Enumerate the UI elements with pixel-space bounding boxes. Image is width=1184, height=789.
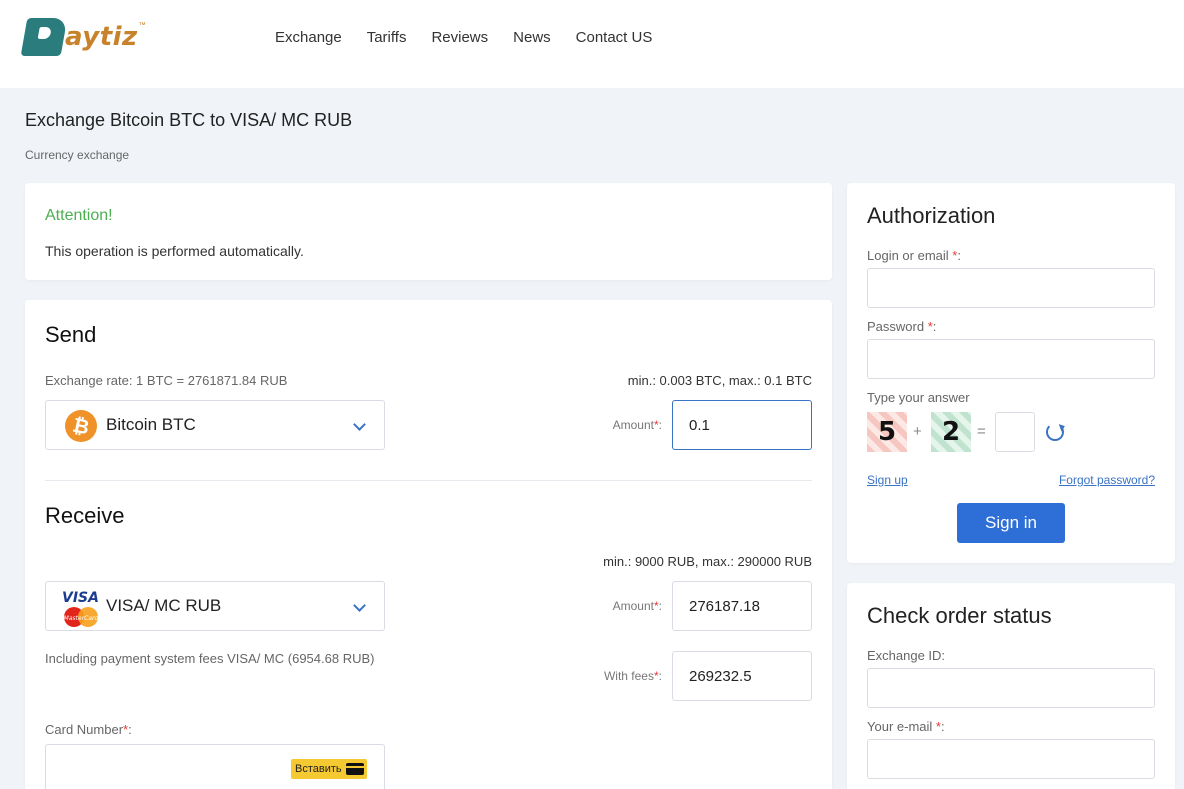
nav-tariffs[interactable]: Tariffs	[367, 29, 407, 46]
login-input[interactable]	[867, 268, 1155, 308]
fees-note: Including payment system fees VISA/ MC (…	[45, 651, 375, 666]
attention-title: Attention!	[45, 207, 113, 224]
paytiz-logo[interactable]: aytiz ™	[20, 16, 146, 58]
exchange-rate: Exchange rate: 1 BTC = 2761871.84 RUB	[45, 373, 288, 388]
receive-currency-select[interactable]: VISA MasterCard VISA/ MC RUB	[45, 581, 385, 631]
exchange-id-input[interactable]	[867, 668, 1155, 708]
forgot-password-link[interactable]: Forgot password?	[1059, 473, 1155, 487]
nav-contact[interactable]: Contact US	[576, 29, 653, 46]
nav-exchange[interactable]: Exchange	[275, 29, 342, 46]
chevron-down-icon	[353, 418, 366, 431]
site-header: aytiz ™ Exchange Tariffs Reviews News Co…	[0, 0, 1184, 88]
logo-trademark: ™	[138, 21, 146, 29]
send-amount-label: Amount*:	[612, 418, 662, 432]
page-title: Exchange Bitcoin BTC to VISA/ MC RUB	[25, 110, 353, 130]
refresh-captcha-icon[interactable]	[1046, 423, 1064, 441]
bitcoin-icon: ₿	[65, 410, 97, 442]
visa-mastercard-icon: VISA MasterCard	[62, 590, 99, 627]
login-label: Login or email *:	[867, 248, 961, 263]
receive-title: Receive	[45, 503, 125, 528]
fees-amount-input[interactable]: 269232.5	[672, 651, 812, 701]
attention-text: This operation is performed automaticall…	[45, 243, 304, 259]
password-input[interactable]	[867, 339, 1155, 379]
paste-button[interactable]: Вставить	[291, 759, 367, 779]
card-number-label: Card Number*:	[45, 722, 132, 737]
send-currency-select[interactable]: ₿ Bitcoin BTC	[45, 400, 385, 450]
password-label: Password *:	[867, 319, 937, 334]
receive-limits: min.: 9000 RUB, max.: 290000 RUB	[603, 554, 812, 569]
svg-text:VISA: VISA	[62, 590, 99, 606]
order-email-input[interactable]	[867, 739, 1155, 779]
paste-label: Вставить	[295, 763, 342, 775]
captcha-plus: +	[913, 423, 922, 440]
order-email-label: Your e-mail *:	[867, 719, 945, 734]
captcha-answer-input[interactable]	[995, 412, 1035, 452]
breadcrumb[interactable]: Currency exchange	[25, 148, 129, 162]
exchange-id-label: Exchange ID:	[867, 648, 946, 663]
section-divider	[45, 480, 812, 481]
receive-currency-label: VISA/ MC RUB	[106, 596, 222, 615]
order-status-card: Check order status Exchange ID: Your e-m…	[847, 583, 1175, 789]
captcha-digit-b: 2	[931, 412, 971, 452]
captcha-digit-a: 5	[867, 412, 907, 452]
sign-in-button[interactable]: Sign in	[957, 503, 1065, 543]
send-amount-input[interactable]: 0.1	[672, 400, 812, 450]
exchange-card: Send Exchange rate: 1 BTC = 2761871.84 R…	[25, 300, 832, 789]
chevron-down-icon	[353, 599, 366, 612]
order-status-title: Check order status	[867, 603, 1052, 628]
logo-text: aytiz	[65, 22, 138, 52]
nav-reviews[interactable]: Reviews	[431, 29, 488, 46]
captcha-label: Type your answer	[867, 390, 970, 405]
send-limits: min.: 0.003 BTC, max.: 0.1 BTC	[627, 373, 812, 388]
sign-up-link[interactable]: Sign up	[867, 473, 908, 487]
send-currency-label: Bitcoin BTC	[106, 415, 196, 434]
main-nav: Exchange Tariffs Reviews News Contact US	[275, 29, 677, 46]
card-icon	[345, 763, 364, 775]
auth-title: Authorization	[867, 203, 996, 228]
receive-amount-label: Amount*:	[612, 599, 662, 613]
nav-news[interactable]: News	[513, 29, 551, 46]
captcha-equals: =	[977, 423, 986, 440]
receive-amount-input[interactable]: 276187.18	[672, 581, 812, 631]
svg-text:MasterCard: MasterCard	[64, 615, 99, 622]
attention-card: Attention! This operation is performed a…	[25, 183, 832, 280]
authorization-card: Authorization Login or email *: Password…	[847, 183, 1175, 563]
send-title: Send	[45, 322, 97, 347]
logo-mark-icon	[20, 18, 68, 56]
fees-label: With fees*:	[603, 669, 662, 683]
